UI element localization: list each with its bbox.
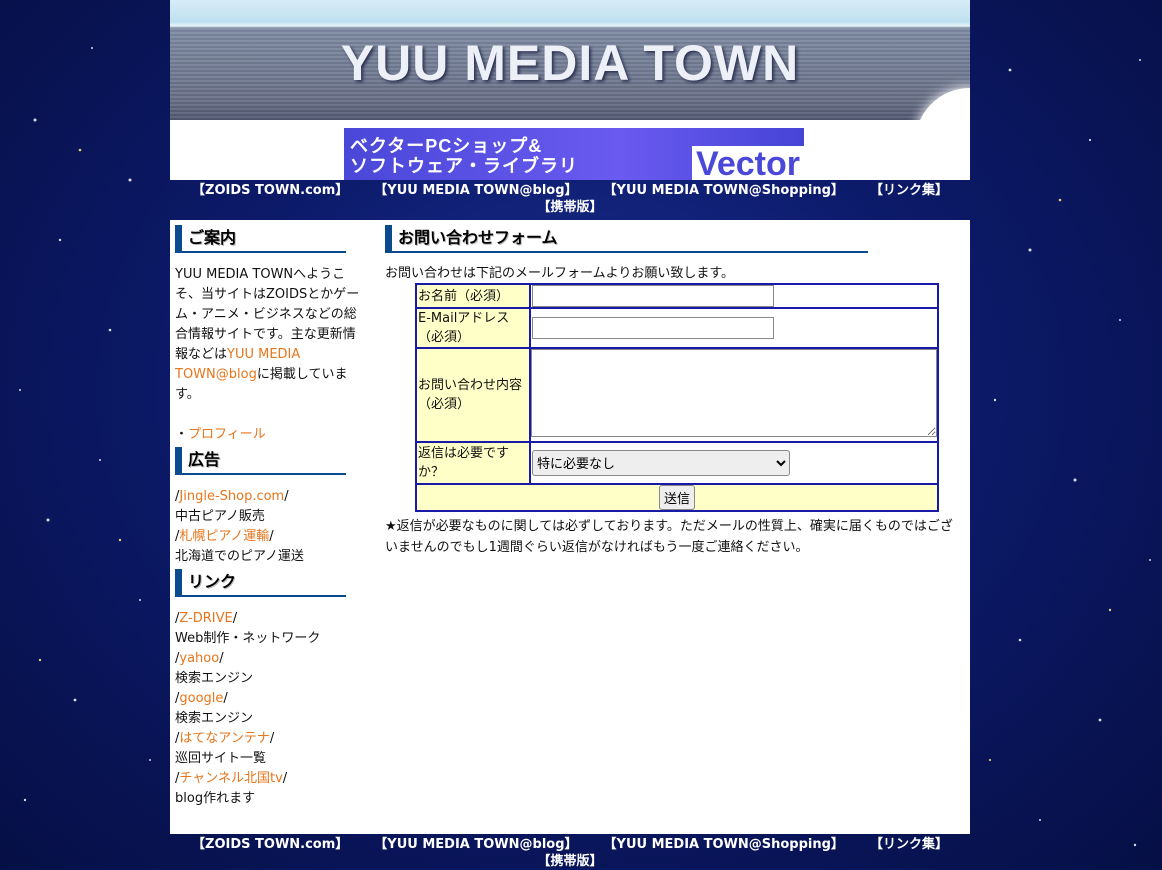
submit-button[interactable]: 送信: [658, 485, 695, 510]
sidebar: ご案内 YUU MEDIA TOWNへようこそ、当サイトはZOIDSとかゲーム・…: [175, 225, 365, 809]
page-container: YUU MEDIA TOWN ベクターPCショップ& ソフトウェア・ライブラリ …: [170, 0, 970, 870]
ad-desc: 北海道でのピアノ運送: [175, 549, 304, 564]
nav-zoids-town[interactable]: 【ZOIDS TOWN.com】: [192, 836, 348, 853]
link-desc: blog作れます: [175, 791, 256, 806]
message-label: お問い合わせ内容（必須）: [415, 347, 531, 443]
bottom-nav: 【ZOIDS TOWN.com】 【YUU MEDIA TOWN@blog】 【YU…: [170, 836, 970, 870]
name-label: お名前（必須）: [415, 283, 531, 309]
link-yahoo[interactable]: yahoo: [179, 651, 219, 666]
guide-heading: ご案内: [175, 225, 346, 253]
nav-links[interactable]: 【リンク集】: [870, 836, 948, 853]
link-desc: 検索エンジン: [175, 671, 254, 686]
link-desc: Web制作・ネットワーク: [175, 631, 321, 646]
banner-line-2: ソフトウェア・ライブラリ: [350, 156, 578, 176]
link-desc: 検索エンジン: [175, 711, 254, 726]
submit-row: 送信: [415, 483, 939, 512]
contact-intro: お問い合わせは下記のメールフォームよりお願い致します。: [385, 266, 735, 281]
nav-links[interactable]: 【リンク集】: [870, 182, 948, 199]
site-header: YUU MEDIA TOWN: [170, 0, 970, 120]
guide-text: YUU MEDIA TOWNへようこそ、当サイトはZOIDSとかゲーム・アニメ・…: [175, 265, 365, 405]
banner-text: ベクターPCショップ& ソフトウェア・ライブラリ: [350, 136, 578, 176]
ads-heading: 広告: [175, 447, 346, 475]
nav-blog[interactable]: 【YUU MEDIA TOWN@blog】: [374, 182, 577, 199]
vector-ad-banner[interactable]: ベクターPCショップ& ソフトウェア・ライブラリ Vector: [344, 128, 804, 180]
contact-note: ★返信が必要なものに関しては必ずしております。ただメールの性質上、確実に届くもの…: [385, 519, 953, 555]
link-channel-kitaguni[interactable]: チャンネル北国tv: [179, 771, 282, 786]
link-z-drive[interactable]: Z-DRIVE: [179, 611, 232, 626]
nav-zoids-town[interactable]: 【ZOIDS TOWN.com】: [192, 182, 348, 199]
ad-link-jingle-shop[interactable]: Jingle-Shop.com: [179, 489, 284, 504]
email-input[interactable]: [532, 317, 774, 339]
main-content: お問い合わせフォーム お問い合わせは下記のメールフォームよりお願い致します。 お…: [385, 225, 965, 558]
contact-form: お名前（必須） E-Mailアドレス（必須） お問い合わせ内容（必須） 返信は必…: [415, 283, 939, 512]
banner-brand-logo: Vector: [692, 146, 804, 180]
reply-select[interactable]: 特に必要なし: [532, 450, 790, 476]
nav-mobile[interactable]: 【携帯版】: [537, 199, 602, 216]
nav-shopping[interactable]: 【YUU MEDIA TOWN@Shopping】: [604, 836, 844, 853]
profile-line: ・プロフィール: [175, 425, 365, 445]
banner-line-1: ベクターPCショップ&: [350, 136, 543, 156]
profile-bullet: ・: [175, 427, 189, 442]
ad-desc: 中古ピアノ販売: [175, 509, 265, 524]
contact-form-heading: お問い合わせフォーム: [385, 225, 868, 253]
content-area: ご案内 YUU MEDIA TOWNへようこそ、当サイトはZOIDSとかゲーム・…: [170, 220, 970, 834]
ads-list: /Jingle-Shop.com/ 中古ピアノ販売 /札幌ピアノ運輸/ 北海道で…: [175, 489, 304, 564]
links-heading: リンク: [175, 569, 346, 597]
site-title: YUU MEDIA TOWN: [340, 35, 800, 91]
reply-label: 返信は必要ですか？: [415, 441, 531, 485]
link-google[interactable]: google: [179, 691, 223, 706]
link-hatena-antenna[interactable]: はてなアンテナ: [179, 731, 269, 746]
email-label: E-Mailアドレス（必須）: [415, 307, 531, 349]
profile-link[interactable]: プロフィール: [188, 427, 266, 442]
message-textarea[interactable]: [531, 349, 937, 437]
link-desc: 巡回サイト一覧: [175, 751, 267, 766]
nav-shopping[interactable]: 【YUU MEDIA TOWN@Shopping】: [604, 182, 844, 199]
nav-blog[interactable]: 【YUU MEDIA TOWN@blog】: [374, 836, 577, 853]
ad-link-sapporo-piano[interactable]: 札幌ピアノ運輸: [179, 529, 269, 544]
banner-area: ベクターPCショップ& ソフトウェア・ライブラリ Vector: [170, 120, 970, 180]
top-nav: 【ZOIDS TOWN.com】 【YUU MEDIA TOWN@blog】 【YU…: [170, 182, 970, 216]
links-list: /Z-DRIVE/ Web制作・ネットワーク /yahoo/ 検索エンジン /g…: [175, 611, 321, 806]
nav-mobile[interactable]: 【携帯版】: [537, 853, 602, 870]
name-input[interactable]: [532, 285, 774, 307]
